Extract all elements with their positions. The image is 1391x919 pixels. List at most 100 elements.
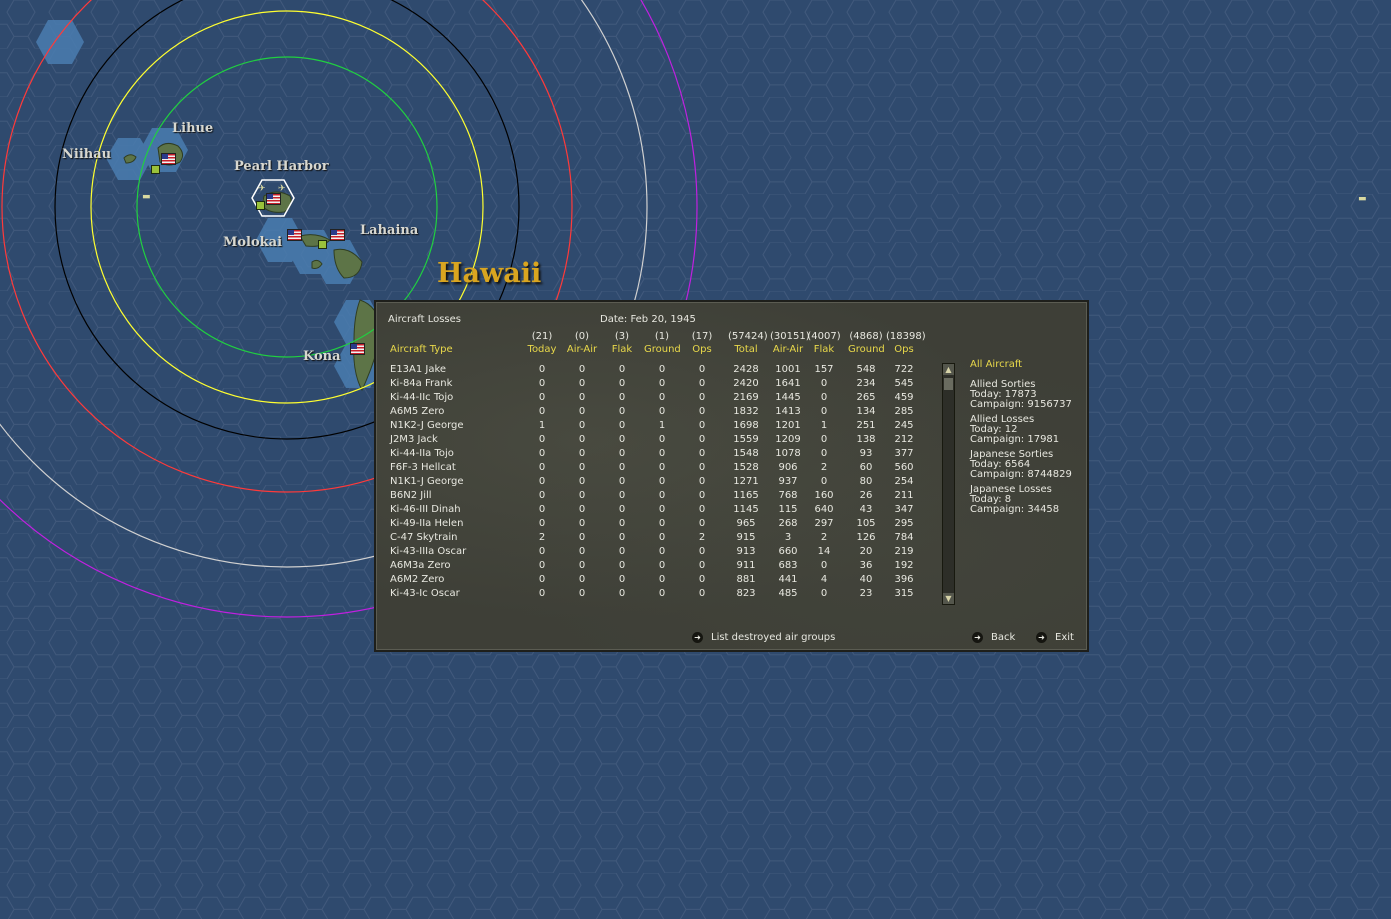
place-kona[interactable]: Kona: [303, 349, 341, 364]
base-icon[interactable]: [151, 165, 160, 174]
table-row[interactable]: Ki-44-IIa Tojo 0 0 0 0 0 1548 1078 0 93 377: [376, 447, 936, 461]
table-cell: 0: [578, 546, 586, 557]
table-cell: 0: [820, 476, 828, 487]
place-niihau[interactable]: Niihau: [62, 147, 111, 162]
table-cell: 0: [698, 574, 706, 585]
aircraft-icon[interactable]: ✈: [278, 184, 286, 194]
table-row[interactable]: J2M3 Jack 0 0 0 0 0 1559 1209 0 138 212: [376, 433, 936, 447]
table-cell: 0: [538, 504, 546, 515]
table-row[interactable]: Ki-43-Ic Oscar 0 0 0 0 0 823 485 0 23 315: [376, 587, 936, 601]
table-cell: 1001: [775, 364, 801, 375]
place-lahaina[interactable]: Lahaina: [360, 223, 418, 238]
table-cell: 0: [820, 588, 828, 599]
table-row[interactable]: Ki-46-III Dinah 0 0 0 0 0 1145 115 640 43 347: [376, 503, 936, 517]
table-cell: 881: [736, 574, 756, 585]
table-cell: 0: [538, 392, 546, 403]
table-cell: 1: [658, 420, 666, 431]
aircraft-name: N1K1-J George: [390, 476, 464, 487]
table-cell: 0: [578, 476, 586, 487]
table-row[interactable]: A6M3a Zero 0 0 0 0 0 911 683 0 36 192: [376, 559, 936, 573]
table-scrollbar[interactable]: ▲ ▼: [942, 363, 955, 605]
table-cell: 0: [698, 504, 706, 515]
table-cell: 0: [698, 588, 706, 599]
table-cell: 560: [894, 462, 914, 473]
column-header[interactable]: Today: [524, 344, 560, 355]
table-cell: 0: [578, 532, 586, 543]
table-row[interactable]: E13A1 Jake 0 0 0 0 0 2428 1001 157 548 722: [376, 363, 936, 377]
table-cell: 0: [658, 378, 666, 389]
column-header[interactable]: Ops: [684, 344, 720, 355]
us-flag-icon[interactable]: [161, 153, 176, 165]
base-icon[interactable]: [256, 201, 265, 210]
table-cell: 0: [658, 462, 666, 473]
table-row[interactable]: C-47 Skytrain 2 0 0 0 2 915 3 2 126 784: [376, 531, 936, 545]
scroll-down-icon[interactable]: ▼: [943, 593, 954, 604]
table-cell: 0: [658, 560, 666, 571]
table-cell: 2: [538, 532, 546, 543]
table-row[interactable]: B6N2 Jill 0 0 0 0 0 1165 768 160 26 211: [376, 489, 936, 503]
scroll-up-icon[interactable]: ▲: [943, 364, 954, 375]
table-row[interactable]: Ki-49-IIa Helen 0 0 0 0 0 965 268 297 105 295: [376, 517, 936, 531]
table-cell: 441: [778, 574, 798, 585]
list-destroyed-label: List destroyed air groups: [711, 632, 836, 643]
scroll-thumb[interactable]: [944, 378, 953, 390]
table-cell: 0: [538, 364, 546, 375]
table-cell: 2: [820, 462, 828, 473]
table-row[interactable]: A6M2 Zero 0 0 0 0 0 881 441 4 40 396: [376, 573, 936, 587]
base-icon[interactable]: [318, 240, 327, 249]
ship-icon[interactable]: ▬: [142, 192, 151, 202]
table-cell: 0: [698, 406, 706, 417]
ship-icon[interactable]: ▬: [1358, 194, 1367, 204]
table-cell: 0: [820, 406, 828, 417]
table-row[interactable]: F6F-3 Hellcat 0 0 0 0 0 1528 906 2 60 560: [376, 461, 936, 475]
column-header[interactable]: Ops: [886, 344, 922, 355]
column-count: (21): [531, 331, 553, 342]
column-header[interactable]: Total: [728, 344, 764, 355]
column-header[interactable]: Flak: [604, 344, 640, 355]
table-row[interactable]: N1K2-J George 1 0 0 1 0 1698 1201 1 251 245: [376, 419, 936, 433]
column-count: (30151): [770, 331, 810, 342]
table-cell: 0: [538, 588, 546, 599]
back-button[interactable]: ➜ Back: [972, 632, 1015, 643]
table-cell: 0: [578, 378, 586, 389]
aircraft-name: J2M3 Jack: [390, 434, 438, 445]
column-count: (1): [654, 331, 670, 342]
table-cell: 0: [618, 406, 626, 417]
table-cell: 0: [820, 560, 828, 571]
column-header[interactable]: Ground: [644, 344, 681, 355]
table-cell: 0: [698, 434, 706, 445]
list-destroyed-air-groups-button[interactable]: ➜ List destroyed air groups: [692, 632, 835, 643]
exit-button[interactable]: ➜ Exit: [1036, 632, 1074, 643]
column-header[interactable]: Air-Air: [770, 344, 806, 355]
aircraft-icon[interactable]: ✈: [258, 184, 266, 194]
aircraft-name: Ki-44-IIc Tojo: [390, 392, 454, 403]
column-header[interactable]: Air-Air: [564, 344, 600, 355]
us-flag-icon[interactable]: [287, 229, 302, 241]
table-cell: 20: [859, 546, 873, 557]
table-cell: 0: [618, 420, 626, 431]
table-cell: 0: [578, 448, 586, 459]
aircraft-type-header[interactable]: Aircraft Type: [390, 344, 453, 355]
table-cell: 548: [856, 364, 876, 375]
us-flag-icon[interactable]: [330, 229, 345, 241]
column-header[interactable]: Ground: [848, 344, 885, 355]
table-row[interactable]: Ki-43-IIIa Oscar 0 0 0 0 0 913 660 14 20 219: [376, 545, 936, 559]
table-row[interactable]: Ki-44-IIc Tojo 0 0 0 0 0 2169 1445 0 265 459: [376, 391, 936, 405]
table-cell: 0: [618, 588, 626, 599]
table-cell: 0: [618, 518, 626, 529]
table-cell: 784: [894, 532, 914, 543]
table-cell: 0: [538, 574, 546, 585]
column-header[interactable]: Flak: [806, 344, 842, 355]
place-pearl-harbor[interactable]: Pearl Harbor: [234, 159, 329, 174]
table-row[interactable]: Ki-84a Frank 0 0 0 0 0 2420 1641 0 234 545: [376, 377, 936, 391]
table-cell: 0: [820, 392, 828, 403]
us-flag-icon[interactable]: [266, 193, 281, 205]
table-cell: 0: [538, 476, 546, 487]
place-lihue[interactable]: Lihue: [172, 121, 213, 136]
us-flag-icon[interactable]: [350, 343, 365, 355]
place-molokai[interactable]: Molokai: [223, 235, 282, 250]
table-row[interactable]: A6M5 Zero 0 0 0 0 0 1832 1413 0 134 285: [376, 405, 936, 419]
table-cell: 0: [538, 378, 546, 389]
table-row[interactable]: N1K1-J George 0 0 0 0 0 1271 937 0 80 254: [376, 475, 936, 489]
all-aircraft-filter[interactable]: All Aircraft: [970, 360, 1022, 370]
